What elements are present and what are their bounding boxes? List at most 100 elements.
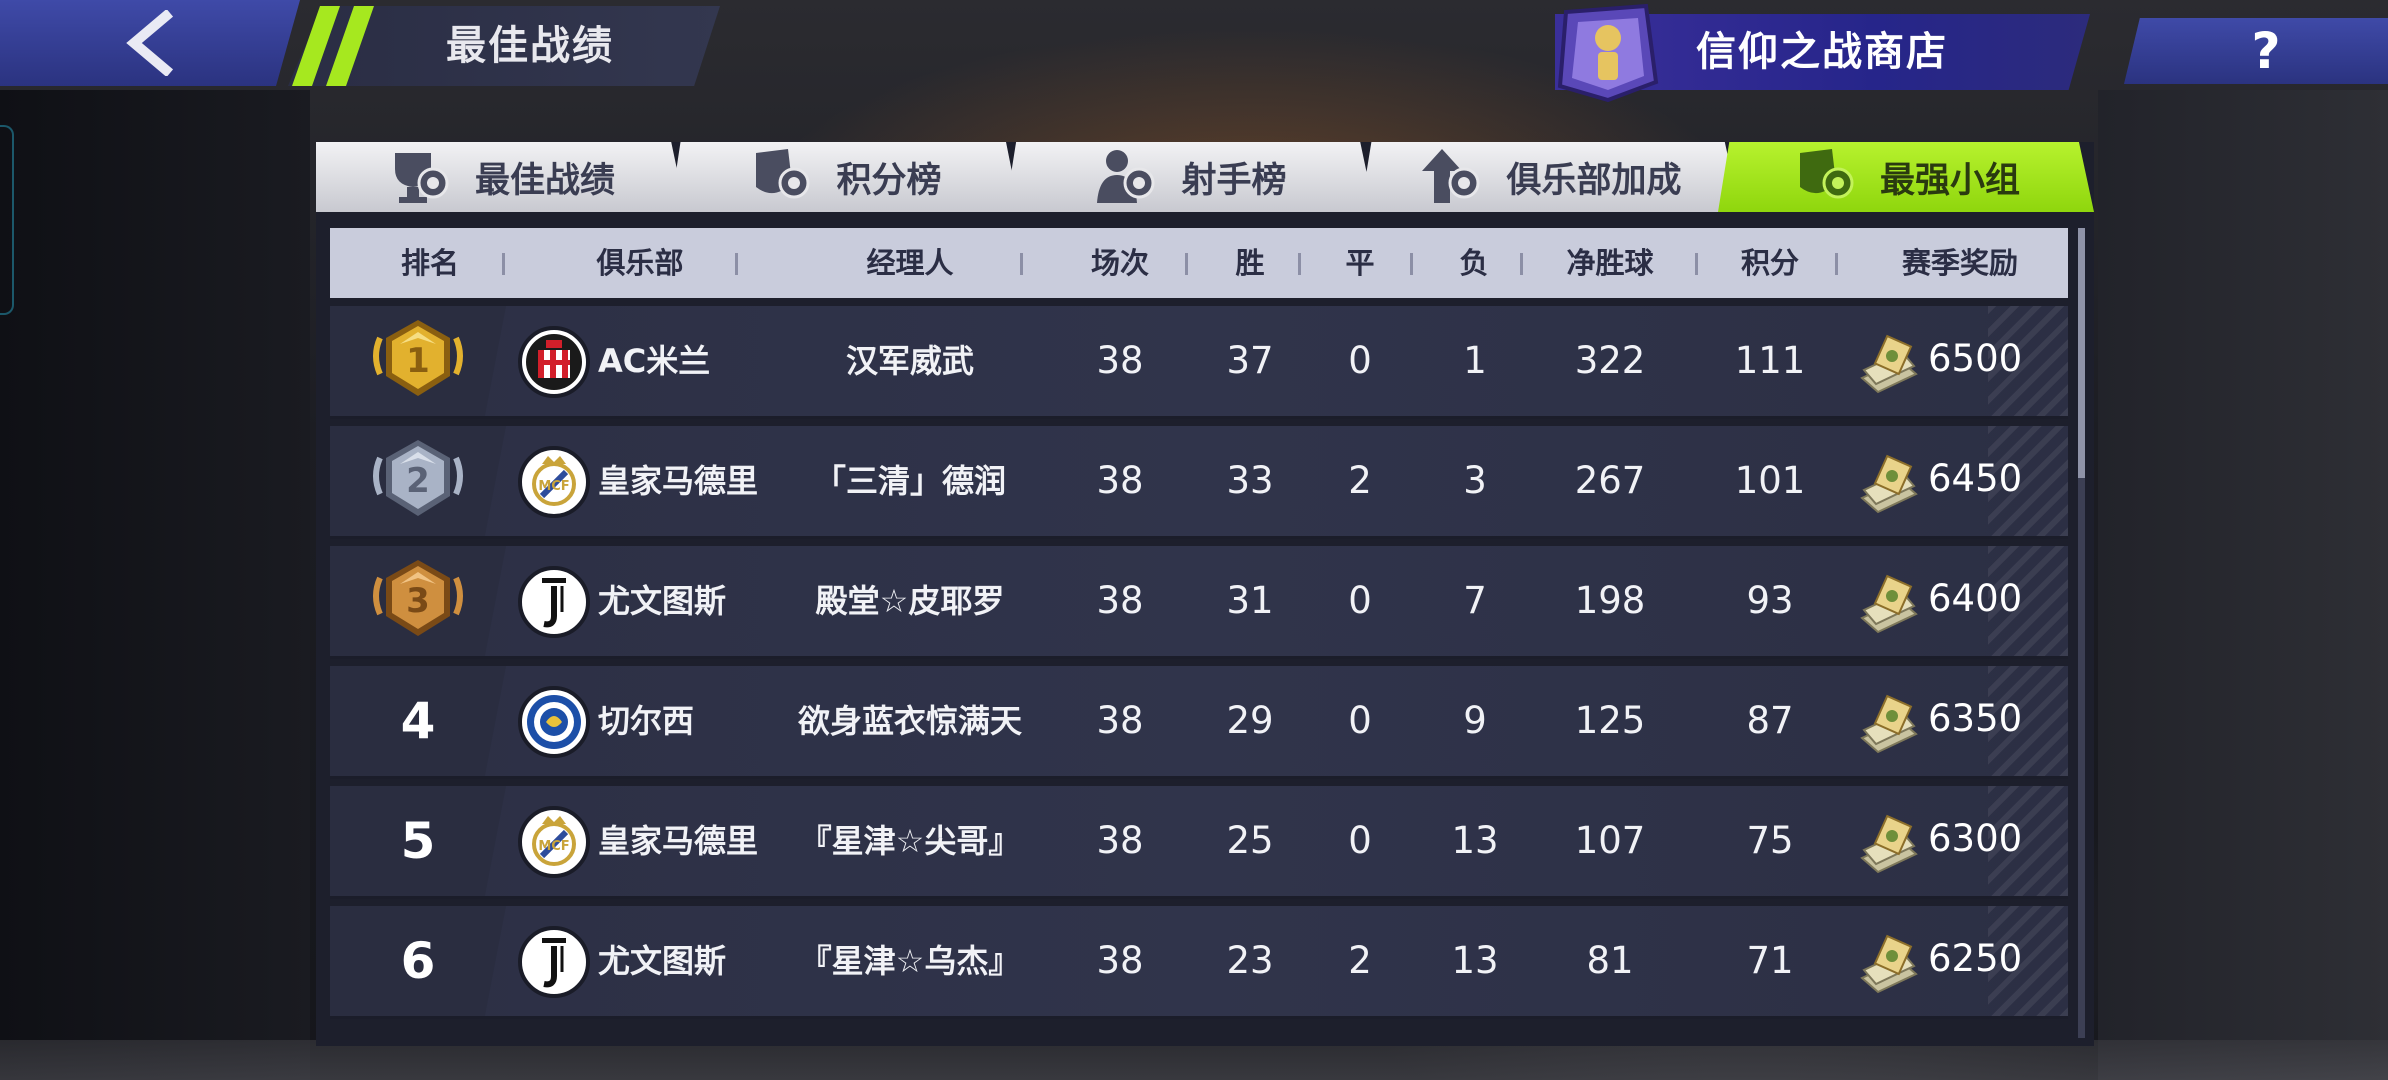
draw-value: 2 <box>1348 939 1372 982</box>
cash-stack-icon <box>1860 694 1918 754</box>
cash-stack-icon <box>1860 574 1918 634</box>
juventus-crest-icon <box>518 566 590 638</box>
table-row[interactable]: 3 尤文图斯 殿堂☆皮耶罗 38 31 0 7 198 93 6400 <box>330 546 2068 659</box>
tab-strongest-group[interactable]: 最强小组 <box>1718 142 2094 212</box>
table-row[interactable]: 5 MCF 皇家马德里 『星津☆尖哥』 38 25 0 13 107 75 6300 <box>330 786 2068 899</box>
season-reward-value: 6500 <box>1928 337 2023 380</box>
goal-diff-value: 107 <box>1574 819 1646 862</box>
cash-stack-icon <box>1860 814 1918 874</box>
divider <box>1695 253 1698 275</box>
tab-scorers[interactable]: 射手榜 <box>1005 142 1375 212</box>
shop-badge-icon[interactable] <box>1548 2 1664 102</box>
table-row[interactable]: 1 AC米兰 汉军威武 38 37 0 1 322 111 6500 <box>330 306 2068 419</box>
chelsea-crest-icon <box>518 686 590 758</box>
player-badge-icon <box>1097 150 1155 203</box>
divider <box>1185 253 1188 275</box>
goal-diff-value: 125 <box>1574 699 1646 742</box>
milan-crest-icon <box>518 326 590 398</box>
draw-value: 0 <box>1348 819 1372 862</box>
chevron-left-icon <box>126 10 174 76</box>
cash-stack-icon <box>1860 934 1918 994</box>
points-value: 71 <box>1746 939 1794 982</box>
help-button[interactable]: ? <box>2124 18 2388 84</box>
tab-points-table[interactable]: 积分榜 <box>670 142 1020 212</box>
win-value: 31 <box>1226 579 1274 622</box>
rank-number: 6 <box>400 932 436 990</box>
club-name: 尤文图斯 <box>598 942 727 980</box>
background-bottom <box>0 1040 2388 1080</box>
win-value: 37 <box>1226 339 1274 382</box>
table-row[interactable]: 2 MCF 皇家马德里 「三清」德润 38 33 2 3 267 101 6450 <box>330 426 2068 539</box>
win-value: 29 <box>1226 699 1274 742</box>
win-value: 23 <box>1226 939 1274 982</box>
played-value: 38 <box>1096 819 1144 862</box>
title-stripes-icon <box>292 6 374 86</box>
arrow-up-badge-icon <box>1422 149 1480 203</box>
club-name: AC米兰 <box>598 342 711 380</box>
divider <box>1298 253 1301 275</box>
svg-text:MCF: MCF <box>538 479 569 494</box>
col-draw: 平 <box>1345 246 1375 280</box>
played-value: 38 <box>1096 459 1144 502</box>
points-value: 111 <box>1734 339 1806 382</box>
loss-value: 3 <box>1463 459 1487 502</box>
loss-value: 9 <box>1463 699 1487 742</box>
side-edge-tab <box>0 125 14 315</box>
col-rank: 排名 <box>400 246 459 280</box>
page-title: 最佳战绩 <box>446 23 614 69</box>
divider <box>1020 253 1023 275</box>
manager-name: 『星津☆乌杰』 <box>799 942 1021 980</box>
col-club: 俱乐部 <box>596 246 684 280</box>
loss-value: 13 <box>1451 819 1499 862</box>
club-name: 皇家马德里 <box>598 462 759 500</box>
rank-medal-icon: 2 <box>373 440 463 516</box>
col-played: 场次 <box>1090 246 1149 280</box>
rank-number: 2 <box>406 461 430 501</box>
club-name: 切尔西 <box>598 702 695 740</box>
win-value: 33 <box>1226 459 1274 502</box>
col-points: 积分 <box>1740 246 1799 280</box>
scrollbar-thumb[interactable] <box>2078 228 2085 478</box>
tab-label: 俱乐部加成 <box>1506 160 1682 201</box>
club-name: 尤文图斯 <box>598 582 727 620</box>
table-row[interactable]: 6 尤文图斯 『星津☆乌杰』 38 23 2 13 81 71 6250 <box>330 906 2068 1019</box>
manager-name: 殿堂☆皮耶罗 <box>815 582 1005 620</box>
played-value: 38 <box>1096 339 1144 382</box>
tab-label: 最佳战绩 <box>474 160 615 201</box>
tab-best-record[interactable]: 最佳战绩 <box>316 142 686 212</box>
season-reward-value: 6450 <box>1928 457 2023 500</box>
goal-diff-value: 81 <box>1586 939 1634 982</box>
shield-badge-icon <box>1799 149 1854 199</box>
draw-value: 0 <box>1348 699 1372 742</box>
cash-stack-icon <box>1860 334 1918 394</box>
manager-name: 汉军威武 <box>845 342 974 380</box>
rank-number: 3 <box>406 581 430 621</box>
col-reward: 赛季奖励 <box>1901 246 2018 280</box>
manager-name: 『星津☆尖哥』 <box>799 822 1021 860</box>
loss-value: 13 <box>1451 939 1499 982</box>
divider <box>1410 253 1413 275</box>
background-right <box>2098 90 2388 1080</box>
question-icon: ? <box>2251 22 2281 80</box>
real-madrid-crest-icon: MCF <box>518 446 590 518</box>
goal-diff-value: 267 <box>1574 459 1646 502</box>
back-button[interactable] <box>0 0 300 86</box>
juventus-crest-icon <box>518 926 590 998</box>
shop-label[interactable]: 信仰之战商店 <box>1696 22 1948 82</box>
col-goal-diff: 净胜球 <box>1566 246 1654 280</box>
col-manager: 经理人 <box>866 246 954 280</box>
divider <box>502 253 505 275</box>
points-value: 87 <box>1746 699 1794 742</box>
tab-club-bonus[interactable]: 俱乐部加成 <box>1360 142 1740 212</box>
played-value: 38 <box>1096 939 1144 982</box>
table-row[interactable]: 4 切尔西 欲身蓝衣惊满天 38 29 0 9 125 87 6350 <box>330 666 2068 779</box>
col-loss: 负 <box>1459 246 1489 280</box>
manager-name: 「三清」德润 <box>813 462 1006 500</box>
played-value: 38 <box>1096 579 1144 622</box>
goal-diff-value: 198 <box>1574 579 1646 622</box>
loss-value: 7 <box>1463 579 1487 622</box>
divider <box>1835 253 1838 275</box>
loss-value: 1 <box>1463 339 1487 382</box>
season-reward-value: 6400 <box>1928 577 2023 620</box>
season-reward-value: 6350 <box>1928 697 2023 740</box>
